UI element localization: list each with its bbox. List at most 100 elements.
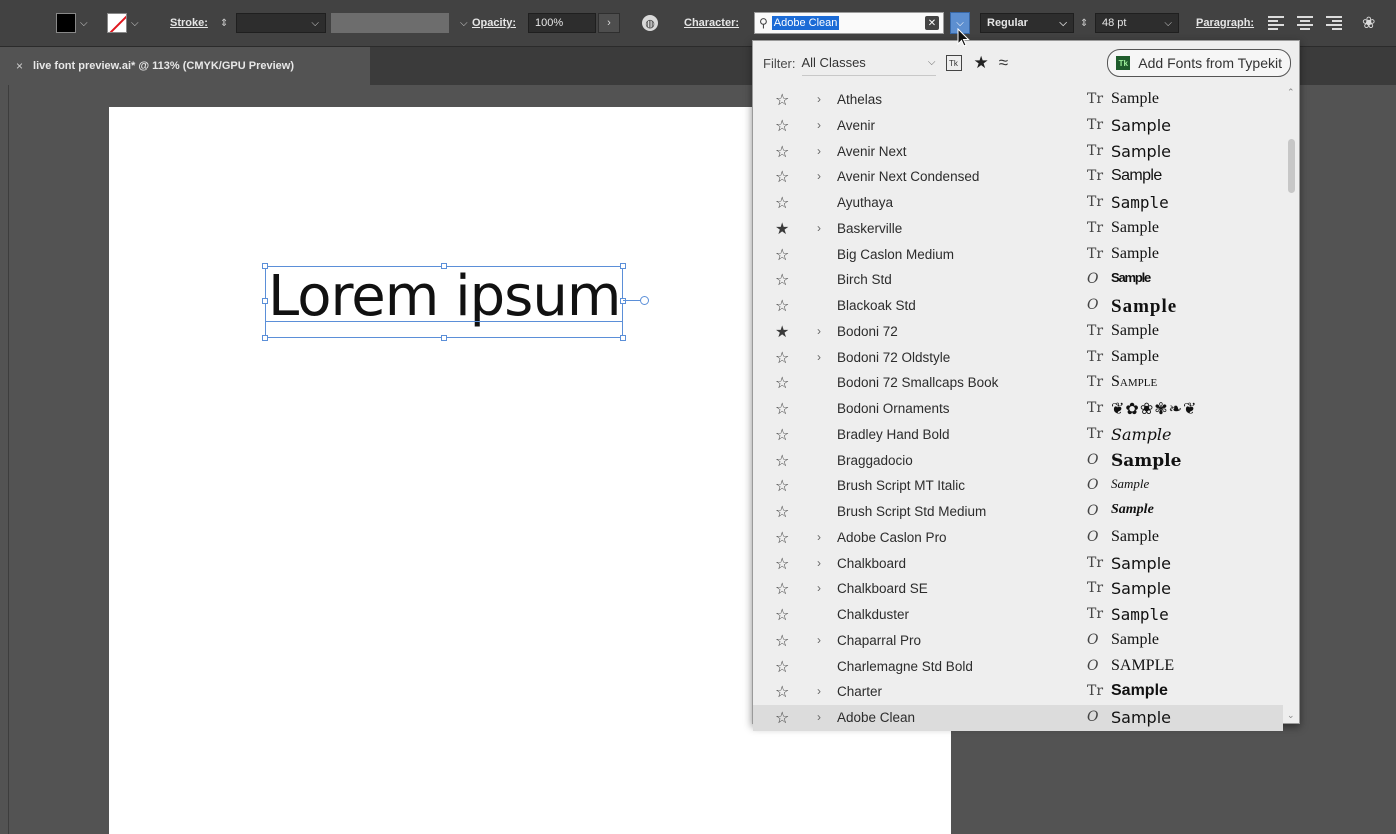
expand-chevron-icon[interactable]: › [817,118,821,132]
font-row[interactable]: ☆ Brush Script Std Medium O Sample [753,499,1283,525]
add-fonts-typekit-button[interactable]: Tk Add Fonts from Typekit [1107,49,1291,77]
star-outline-icon[interactable]: ☆ [775,476,789,496]
recolor-artwork-icon[interactable]: ◍ [642,15,658,31]
font-row[interactable]: ☆ › Avenir Next Tr Sample [753,139,1283,165]
chevron-down-icon[interactable]: ⌵ [131,18,139,29]
expand-chevron-icon[interactable]: › [817,221,821,235]
expand-chevron-icon[interactable]: › [817,710,821,724]
expand-chevron-icon[interactable]: › [817,350,821,364]
star-outline-icon[interactable]: ☆ [775,451,789,471]
selection-handle[interactable] [620,298,626,304]
font-size-field[interactable]: 48 pt ⌵ [1095,13,1179,33]
stroke-stepper-icon[interactable]: ⇕ [220,18,228,29]
stroke-label[interactable]: Stroke: [170,17,208,29]
selection-handle[interactable] [441,263,447,269]
star-outline-icon[interactable]: ☆ [775,245,789,265]
expand-chevron-icon[interactable]: › [817,684,821,698]
align-left-icon[interactable] [1268,16,1284,30]
document-tab-title[interactable]: live font preview.ai* @ 113% (CMYK/GPU P… [33,60,294,72]
selection-handle[interactable] [620,335,626,341]
scroll-up-icon[interactable]: ⌃ [1287,87,1295,98]
expand-chevron-icon[interactable]: › [817,530,821,544]
font-row[interactable]: ☆ Brush Script MT Italic O Sample [753,473,1283,499]
star-outline-icon[interactable]: ☆ [775,399,789,419]
font-row[interactable]: ☆ Bodoni Ornaments Tr ❦✿❀✾❧❦ [753,396,1283,422]
selection-handle[interactable] [262,263,268,269]
star-outline-icon[interactable]: ☆ [775,605,789,625]
chevron-down-icon[interactable]: ⌵ [460,18,468,29]
align-right-icon[interactable] [1326,16,1342,30]
font-row[interactable]: ☆ Chalkduster Tr Sample [753,602,1283,628]
font-row[interactable]: ☆ › Charter Tr Sample [753,679,1283,705]
font-row[interactable]: ☆ › Avenir Next Condensed Tr Sample [753,164,1283,190]
font-row[interactable]: ☆ Big Caslon Medium Tr Sample [753,242,1283,268]
star-outline-icon[interactable]: ☆ [775,502,789,522]
star-filled-icon[interactable]: ★ [775,322,789,342]
star-outline-icon[interactable]: ☆ [775,348,789,368]
star-outline-icon[interactable]: ☆ [775,554,789,574]
star-outline-icon[interactable]: ☆ [775,631,789,651]
font-row[interactable]: ☆ Bodoni 72 Smallcaps Book Tr Sample [753,370,1283,396]
expand-chevron-icon[interactable]: › [817,556,821,570]
text-out-port[interactable] [640,296,649,305]
star-outline-icon[interactable]: ☆ [775,270,789,290]
expand-chevron-icon[interactable]: › [817,92,821,106]
typekit-filter-icon[interactable]: Tk [945,55,962,71]
font-row[interactable]: ☆ › Chalkboard SE Tr Sample [753,576,1283,602]
star-outline-icon[interactable]: ☆ [775,682,789,702]
font-row[interactable]: ☆ › Avenir Tr Sample [753,113,1283,139]
expand-chevron-icon[interactable]: › [817,324,821,338]
font-row[interactable]: ☆ Braggadocio O Sample [753,448,1283,474]
scrollbar-thumb[interactable] [1288,139,1295,193]
font-row[interactable]: ☆ Bradley Hand Bold Tr Sample [753,422,1283,448]
font-row[interactable]: ☆ › Athelas Tr Sample [753,87,1283,113]
font-search-value[interactable]: Adobe Clean [771,16,840,30]
font-row[interactable]: ☆ Birch Std O Sample [753,267,1283,293]
font-search-field[interactable]: ⚲ Adobe Clean ✕ [754,12,944,34]
font-row[interactable]: ☆ › Chaparral Pro O Sample [753,628,1283,654]
star-outline-icon[interactable]: ☆ [775,193,789,213]
star-outline-icon[interactable]: ☆ [775,579,789,599]
variable-width-profile[interactable] [331,13,449,33]
character-label[interactable]: Character: [684,17,739,29]
star-outline-icon[interactable]: ☆ [775,528,789,548]
text-object[interactable]: Lorem ipsum [268,264,621,329]
align-center-icon[interactable] [1297,16,1313,30]
chevron-down-icon[interactable]: ⌵ [1164,18,1172,29]
close-tab-icon[interactable]: × [16,59,23,73]
selection-handle[interactable] [262,298,268,304]
fill-swatch[interactable] [56,13,76,33]
paragraph-label[interactable]: Paragraph: [1196,17,1254,29]
font-row[interactable]: ☆ Ayuthaya Tr Sample [753,190,1283,216]
font-row[interactable]: ☆ › Adobe Caslon Pro O Sample [753,525,1283,551]
filter-class-select[interactable]: All Classes ⌵ [801,51,936,76]
star-outline-icon[interactable]: ☆ [775,116,789,136]
chevron-down-icon[interactable]: ⌵ [311,18,319,29]
recolor-wheel-icon[interactable]: ❀ [1362,13,1375,33]
font-size-stepper-icon[interactable]: ⇕ [1080,18,1088,29]
font-row[interactable]: ★ › Baskerville Tr Sample [753,216,1283,242]
font-row[interactable]: ☆ Charlemagne Std Bold O SAMPLE [753,654,1283,680]
stroke-swatch-group[interactable]: ⌵ [107,0,139,46]
font-list-scrollbar[interactable]: ⌃ ⌄ [1285,87,1297,721]
similar-fonts-icon[interactable]: ≈ [999,53,1008,73]
opacity-arrow-button[interactable]: › [598,13,620,33]
fill-swatch-group[interactable]: ⌵ [56,0,88,46]
document-tab[interactable]: × live font preview.ai* @ 113% (CMYK/GPU… [0,47,370,85]
font-row[interactable]: ☆ Blackoak Std O Sample [753,293,1283,319]
expand-chevron-icon[interactable]: › [817,633,821,647]
font-row[interactable]: ★ › Bodoni 72 Tr Sample [753,319,1283,345]
scroll-down-icon[interactable]: ⌄ [1287,710,1295,721]
selection-handle[interactable] [441,335,447,341]
opacity-field[interactable]: 100% [528,13,596,33]
star-outline-icon[interactable]: ☆ [775,708,789,728]
expand-chevron-icon[interactable]: › [817,169,821,183]
chevron-down-icon[interactable]: ⌵ [80,18,88,29]
stroke-swatch[interactable] [107,13,127,33]
stroke-weight-field[interactable]: ⌵ [236,13,326,33]
star-filled-icon[interactable]: ★ [775,219,789,239]
chevron-down-icon[interactable]: ⌵ [1059,18,1067,29]
selection-handle[interactable] [620,263,626,269]
expand-chevron-icon[interactable]: › [817,581,821,595]
expand-chevron-icon[interactable]: › [817,144,821,158]
